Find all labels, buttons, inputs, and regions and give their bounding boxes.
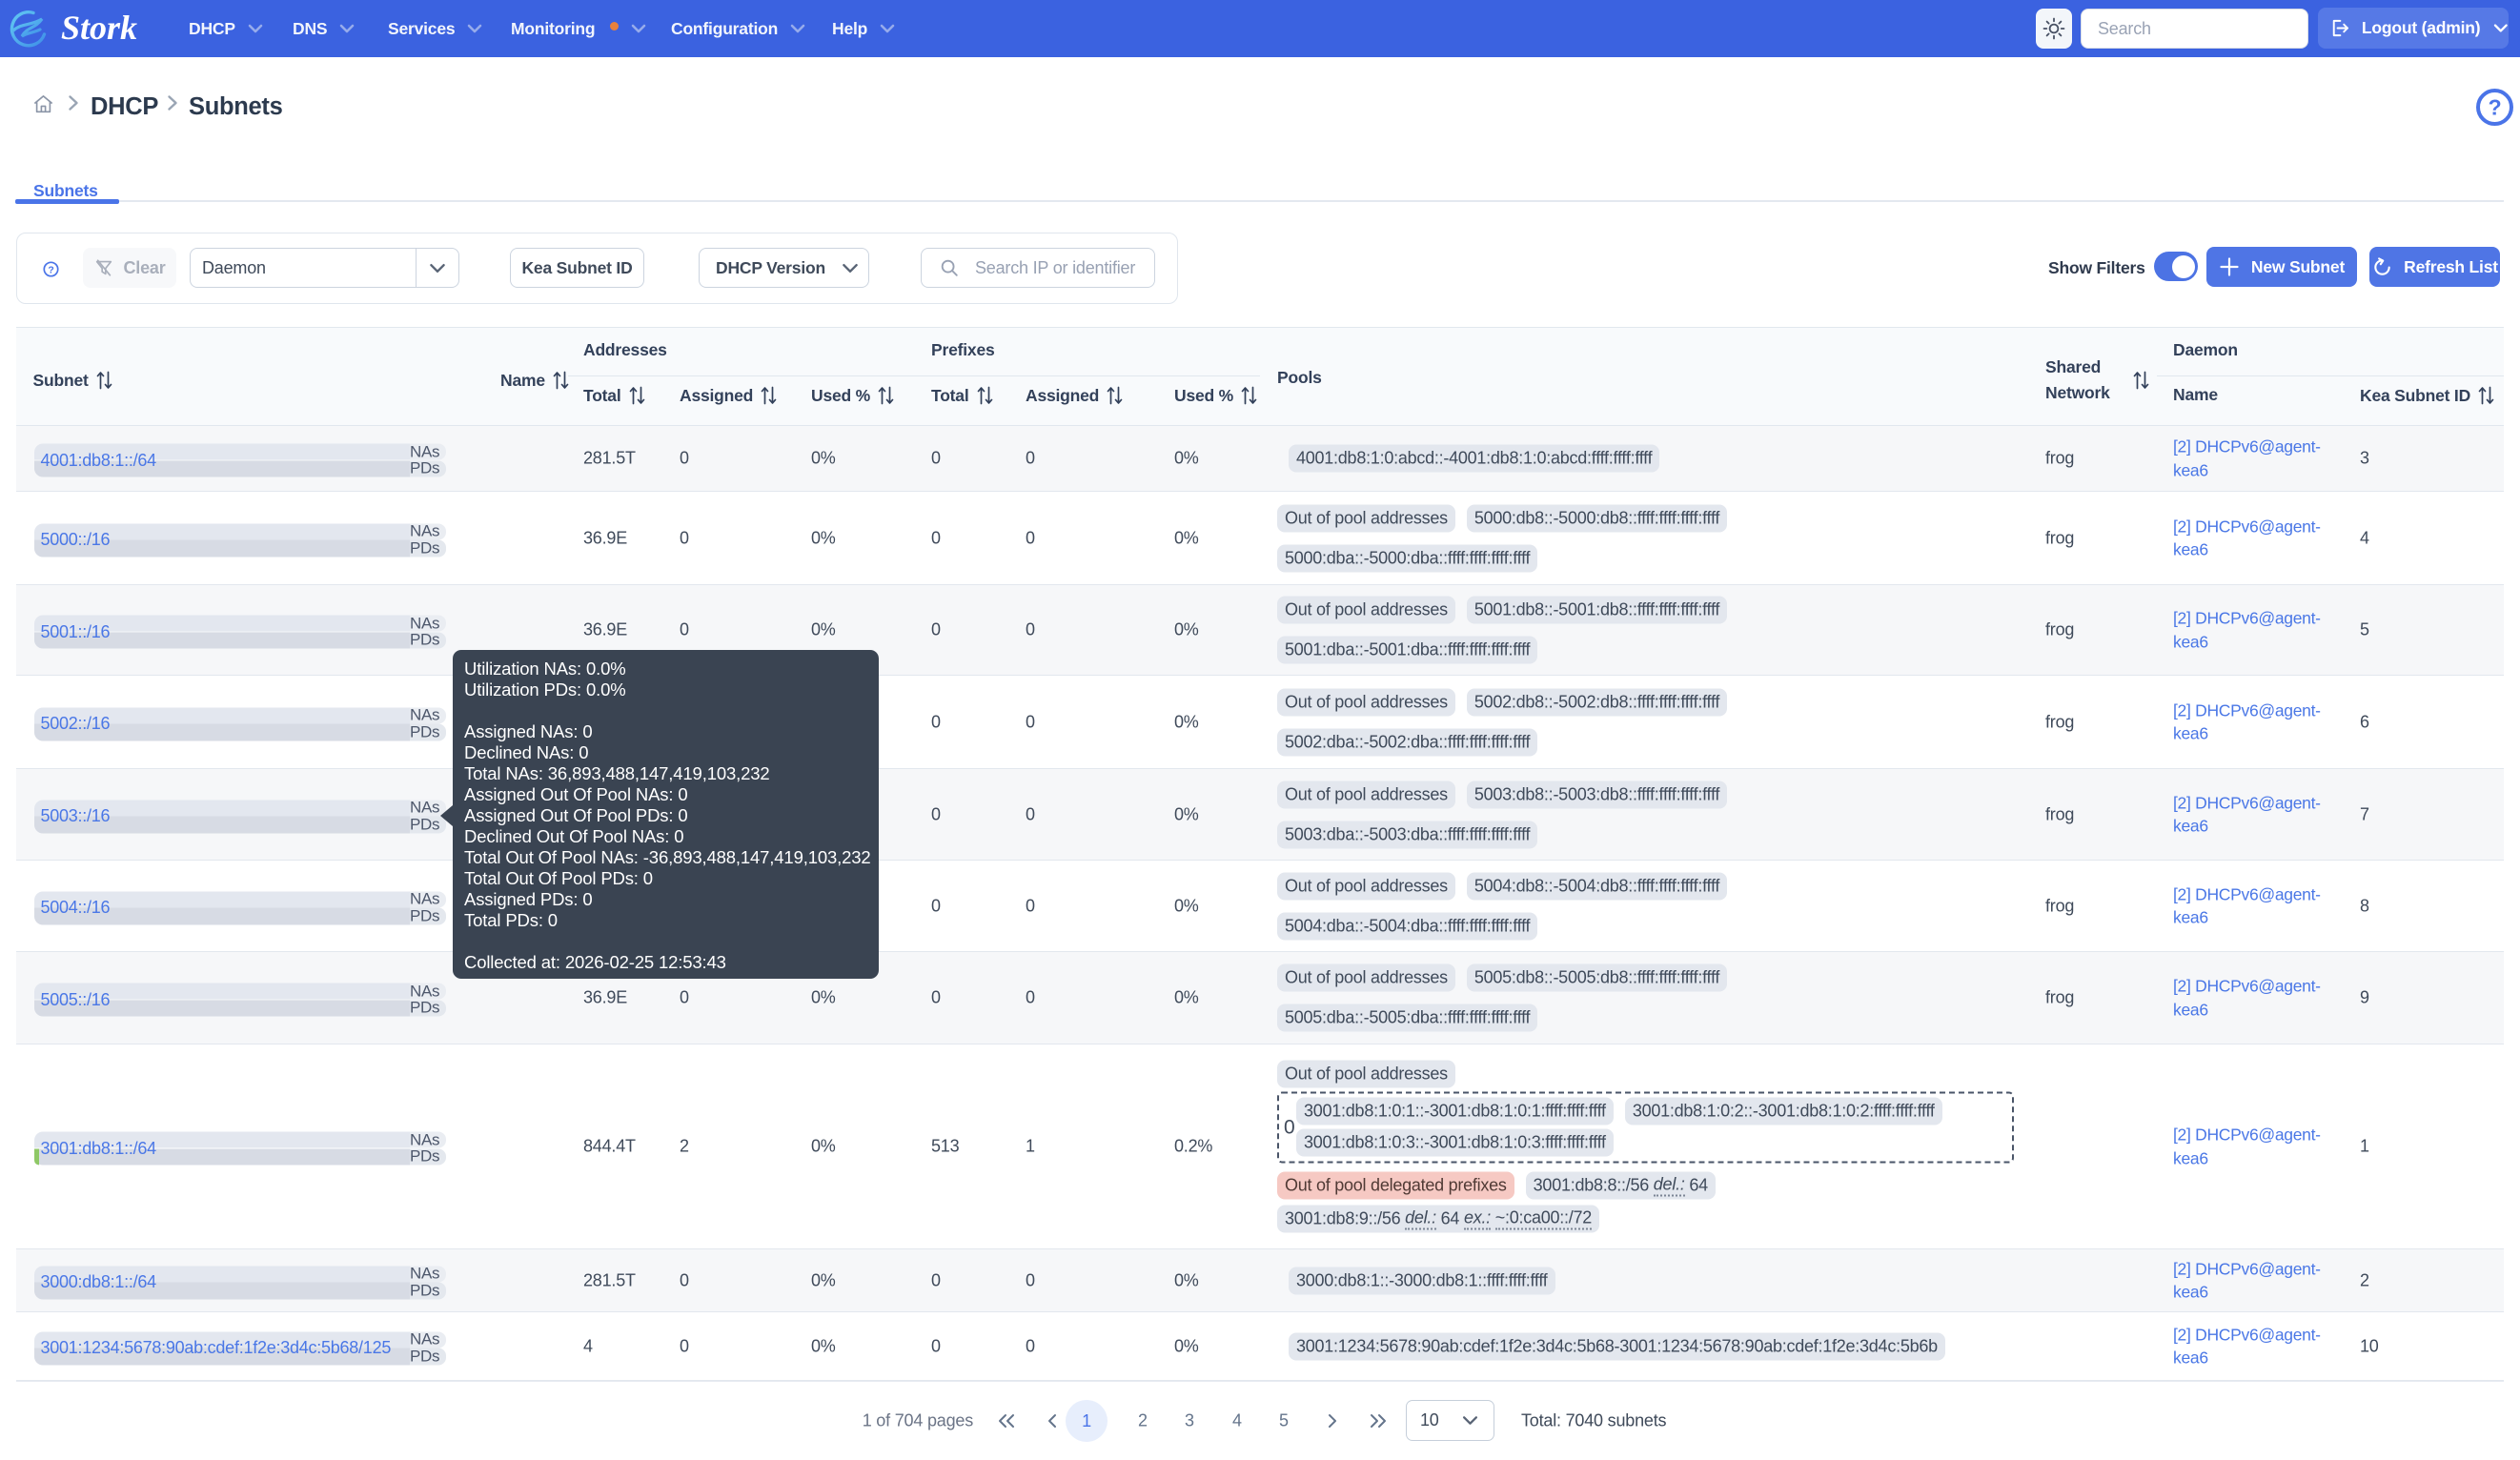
svg-text:?: ? xyxy=(48,264,53,275)
svg-text:?: ? xyxy=(2489,95,2502,120)
